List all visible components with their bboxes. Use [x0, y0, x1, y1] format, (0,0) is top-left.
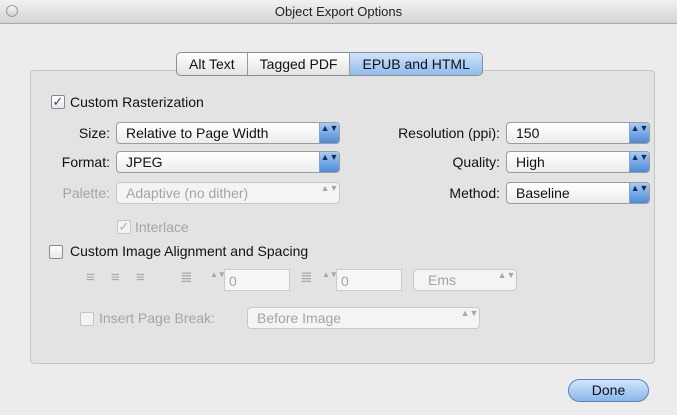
space-after-icon: ≣ — [300, 269, 313, 286]
method-value: Baseline — [516, 185, 570, 201]
resolution-value: 150 — [516, 125, 540, 141]
resolution-label: Resolution (ppi): — [398, 125, 500, 141]
chevron-updown-icon: ▲▼ — [629, 123, 649, 143]
space-after-stepper[interactable]: ▲▼ — [322, 270, 338, 290]
quality-label: Quality: — [452, 154, 500, 170]
format-select[interactable]: JPEG ▲▼ — [116, 151, 340, 173]
units-value: Ems — [428, 272, 456, 288]
method-label: Method: — [449, 185, 500, 201]
done-button[interactable]: Done — [568, 379, 649, 402]
page-break-value: Before Image — [257, 310, 342, 326]
tab-bar: Alt Text Tagged PDF EPUB and HTML — [176, 52, 483, 76]
custom-rasterization-label: Custom Rasterization — [70, 94, 204, 110]
quality-select[interactable]: High ▲▼ — [506, 151, 650, 173]
custom-rasterization-checkbox[interactable]: ✓ — [51, 95, 65, 109]
space-after-field[interactable]: 0 — [336, 269, 402, 291]
space-before-value: 0 — [229, 273, 237, 289]
space-before-stepper[interactable]: ▲▼ — [210, 270, 226, 290]
align-center-icon[interactable]: ≡ — [111, 269, 120, 286]
tab-epub-html[interactable]: EPUB and HTML — [350, 53, 482, 75]
space-before-icon: ≣ — [180, 269, 193, 286]
method-select[interactable]: Baseline ▲▼ — [506, 182, 650, 204]
resolution-select[interactable]: 150 ▲▼ — [506, 122, 650, 144]
title-bar[interactable]: Object Export Options — [0, 0, 677, 24]
custom-alignment-checkbox[interactable] — [49, 245, 63, 259]
size-label: Size: — [78, 125, 110, 141]
units-select[interactable]: Ems ▲▼ — [413, 269, 517, 291]
tab-alt-text[interactable]: Alt Text — [177, 53, 248, 75]
chevron-updown-icon: ▲▼ — [497, 270, 516, 280]
custom-alignment-label: Custom Image Alignment and Spacing — [70, 243, 309, 259]
page-break-select[interactable]: Before Image ▲▼ — [247, 307, 480, 329]
interlace-checkbox[interactable]: ✓ — [117, 220, 131, 234]
size-value: Relative to Page Width — [126, 125, 269, 141]
tab-tagged-pdf[interactable]: Tagged PDF — [248, 53, 351, 75]
space-before-field[interactable]: 0 — [224, 269, 290, 291]
palette-label: Palette: — [62, 185, 110, 201]
size-select[interactable]: Relative to Page Width ▲▼ — [116, 122, 340, 144]
align-right-icon[interactable]: ≡ — [136, 269, 145, 286]
quality-value: High — [516, 154, 545, 170]
insert-page-break-label: Insert Page Break: — [99, 310, 215, 326]
palette-select[interactable]: Adaptive (no dither) ▲▼ — [116, 182, 340, 204]
chevron-updown-icon: ▲▼ — [319, 152, 339, 172]
window-title: Object Export Options — [274, 4, 403, 19]
insert-page-break-checkbox[interactable] — [80, 312, 94, 326]
chevron-updown-icon: ▲▼ — [629, 183, 649, 203]
interlace-label: Interlace — [135, 219, 189, 235]
chevron-updown-icon: ▲▼ — [460, 308, 479, 318]
format-value: JPEG — [126, 154, 163, 170]
chevron-updown-icon: ▲▼ — [320, 183, 339, 193]
export-options-window: Object Export Options Alt Text Tagged PD… — [0, 0, 677, 415]
chevron-updown-icon: ▲▼ — [319, 123, 339, 143]
space-after-value: 0 — [341, 273, 349, 289]
chevron-updown-icon: ▲▼ — [629, 152, 649, 172]
format-label: Format: — [61, 154, 110, 170]
align-left-icon[interactable]: ≡ — [86, 269, 95, 286]
palette-value: Adaptive (no dither) — [126, 185, 249, 201]
